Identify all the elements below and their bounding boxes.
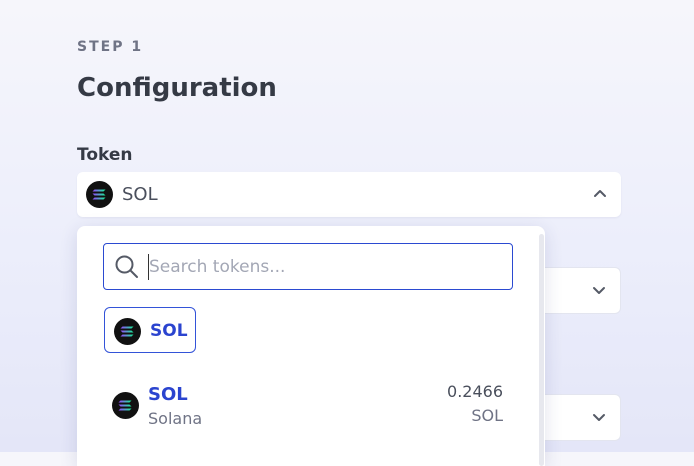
step-label: STEP 1 — [77, 39, 144, 55]
token-balance: 0.2466 — [447, 382, 503, 401]
token-select[interactable]: SOL — [77, 172, 621, 217]
solana-logo-icon — [114, 318, 141, 345]
search-icon — [115, 255, 138, 278]
chip-label: SOL — [150, 321, 188, 341]
hidden-select-2[interactable] — [540, 394, 621, 441]
token-select-value: SOL — [122, 184, 158, 205]
token-list-item[interactable]: SOL Solana 0.2466 SOL — [77, 376, 537, 436]
chevron-down-icon — [593, 414, 605, 421]
page-title: Configuration — [77, 73, 277, 103]
hidden-select-1[interactable] — [540, 267, 621, 314]
dropdown-scrollbar[interactable] — [539, 234, 544, 466]
chevron-down-icon — [593, 287, 605, 294]
token-symbol: SOL — [148, 384, 188, 405]
token-dropdown: SOL SOL Solana 0.2466 SOL — [77, 226, 545, 466]
solana-logo-icon — [86, 181, 113, 208]
token-name: Solana — [148, 409, 203, 428]
token-search[interactable] — [103, 243, 513, 290]
solana-logo-icon — [112, 392, 139, 419]
chevron-up-icon — [594, 190, 606, 197]
token-field-label: Token — [77, 145, 133, 165]
search-input[interactable] — [148, 254, 499, 280]
token-balance-unit: SOL — [471, 406, 503, 425]
pinned-token-chip-sol[interactable]: SOL — [104, 307, 196, 353]
